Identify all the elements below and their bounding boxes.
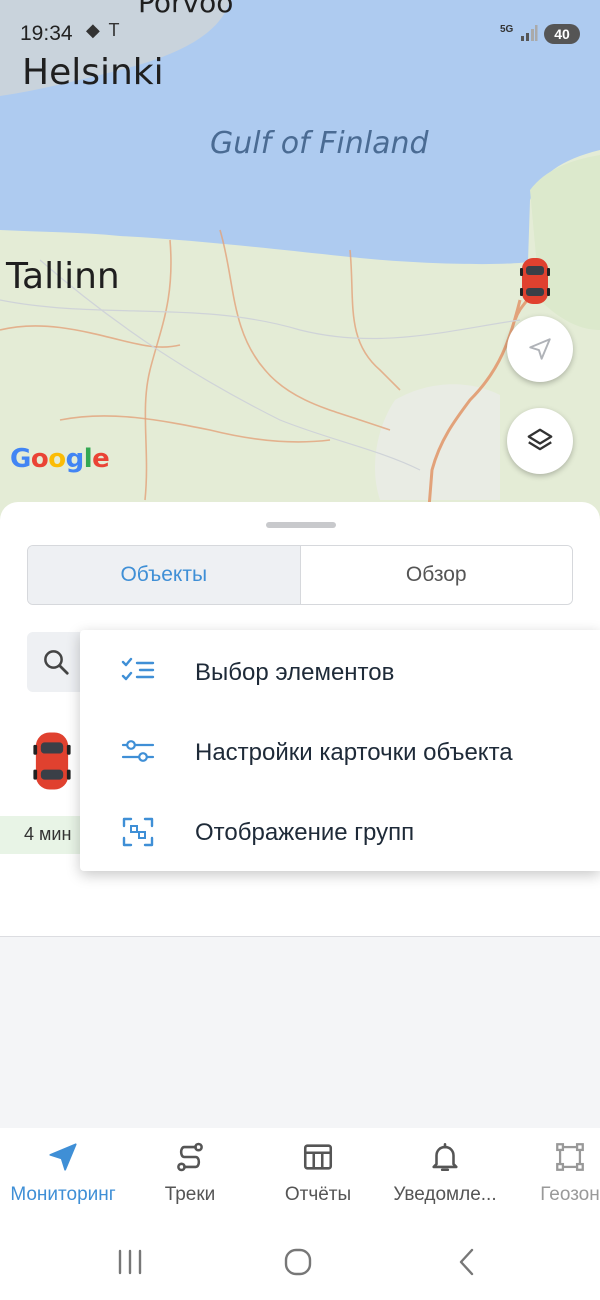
status-bar: 19:34 ◆ T 5G 40 [0, 0, 600, 64]
layers-button[interactable] [507, 408, 573, 474]
bell-icon [432, 1142, 458, 1172]
nav-label: Треки [164, 1184, 216, 1205]
battery-indicator: 40 [544, 24, 580, 44]
notification-icons: ◆ T [86, 20, 122, 41]
google-logo: Google [10, 444, 110, 474]
menu-item-label: Отображение групп [195, 819, 415, 846]
navigation-icon [49, 1143, 77, 1171]
nav-reports[interactable]: Отчёты [258, 1128, 378, 1222]
map-label-gulf: Gulf of Finland [210, 126, 429, 161]
nav-tracks[interactable]: Треки [130, 1128, 250, 1222]
nav-monitoring[interactable]: Мониторинг [3, 1128, 123, 1222]
network-type: 5G [500, 24, 514, 35]
status-time: 19:34 [20, 22, 73, 45]
signal-icon [521, 25, 538, 41]
checklist-icon [121, 657, 155, 681]
segmented-tabs: Объекты Обзор [27, 545, 573, 605]
menu-item-label: Выбор элементов [195, 659, 395, 686]
context-menu: Выбор элементов Настройки карточки объек… [80, 630, 600, 871]
locate-button[interactable] [507, 316, 573, 382]
system-navigation-bar [0, 1222, 600, 1300]
nav-label: Отчёты [284, 1184, 352, 1205]
menu-item-select-elements[interactable]: Выбор элементов [80, 632, 600, 712]
geofence-icon [556, 1143, 584, 1171]
sheet-drag-handle[interactable] [266, 522, 336, 528]
home-icon[interactable] [282, 1246, 314, 1278]
nav-geofences[interactable]: Геозон [510, 1128, 600, 1222]
recent-apps-icon[interactable] [114, 1246, 146, 1278]
back-icon[interactable] [452, 1246, 484, 1278]
bottom-navigation: Мониторинг Треки Отчёты Уведомле... Геоз… [0, 1128, 600, 1222]
nav-label: Уведомле... [393, 1184, 497, 1205]
app-notification-icon: ◆ [86, 20, 102, 40]
navigation-arrow-icon [529, 338, 551, 360]
tab-overview[interactable]: Обзор [300, 546, 572, 604]
nav-label: Мониторинг [10, 1184, 116, 1205]
route-icon [177, 1142, 203, 1172]
layers-icon [527, 428, 553, 451]
menu-item-label: Настройки карточки объекта [195, 739, 513, 766]
group-frame-icon [122, 817, 154, 847]
sliders-icon [121, 740, 155, 762]
object-car-icon[interactable] [30, 730, 74, 797]
nav-label: Геозон [540, 1184, 600, 1205]
map-label-tallinn: Tallinn [6, 256, 120, 297]
table-icon [303, 1144, 333, 1170]
car-marker-icon[interactable] [518, 256, 552, 311]
menu-item-group-display[interactable]: Отображение групп [80, 792, 600, 872]
menu-item-card-settings[interactable]: Настройки карточки объекта [80, 712, 600, 792]
map-view[interactable]: Porvoo Helsinki Gulf of Finland Tallinn … [0, 0, 600, 520]
tesla-icon: T [108, 20, 122, 40]
object-time-label: 4 мин [24, 824, 72, 844]
tab-objects[interactable]: Объекты [28, 546, 301, 604]
search-icon [44, 650, 69, 675]
object-last-update: 4 мин [0, 816, 90, 854]
nav-notifications[interactable]: Уведомле... [385, 1128, 505, 1222]
